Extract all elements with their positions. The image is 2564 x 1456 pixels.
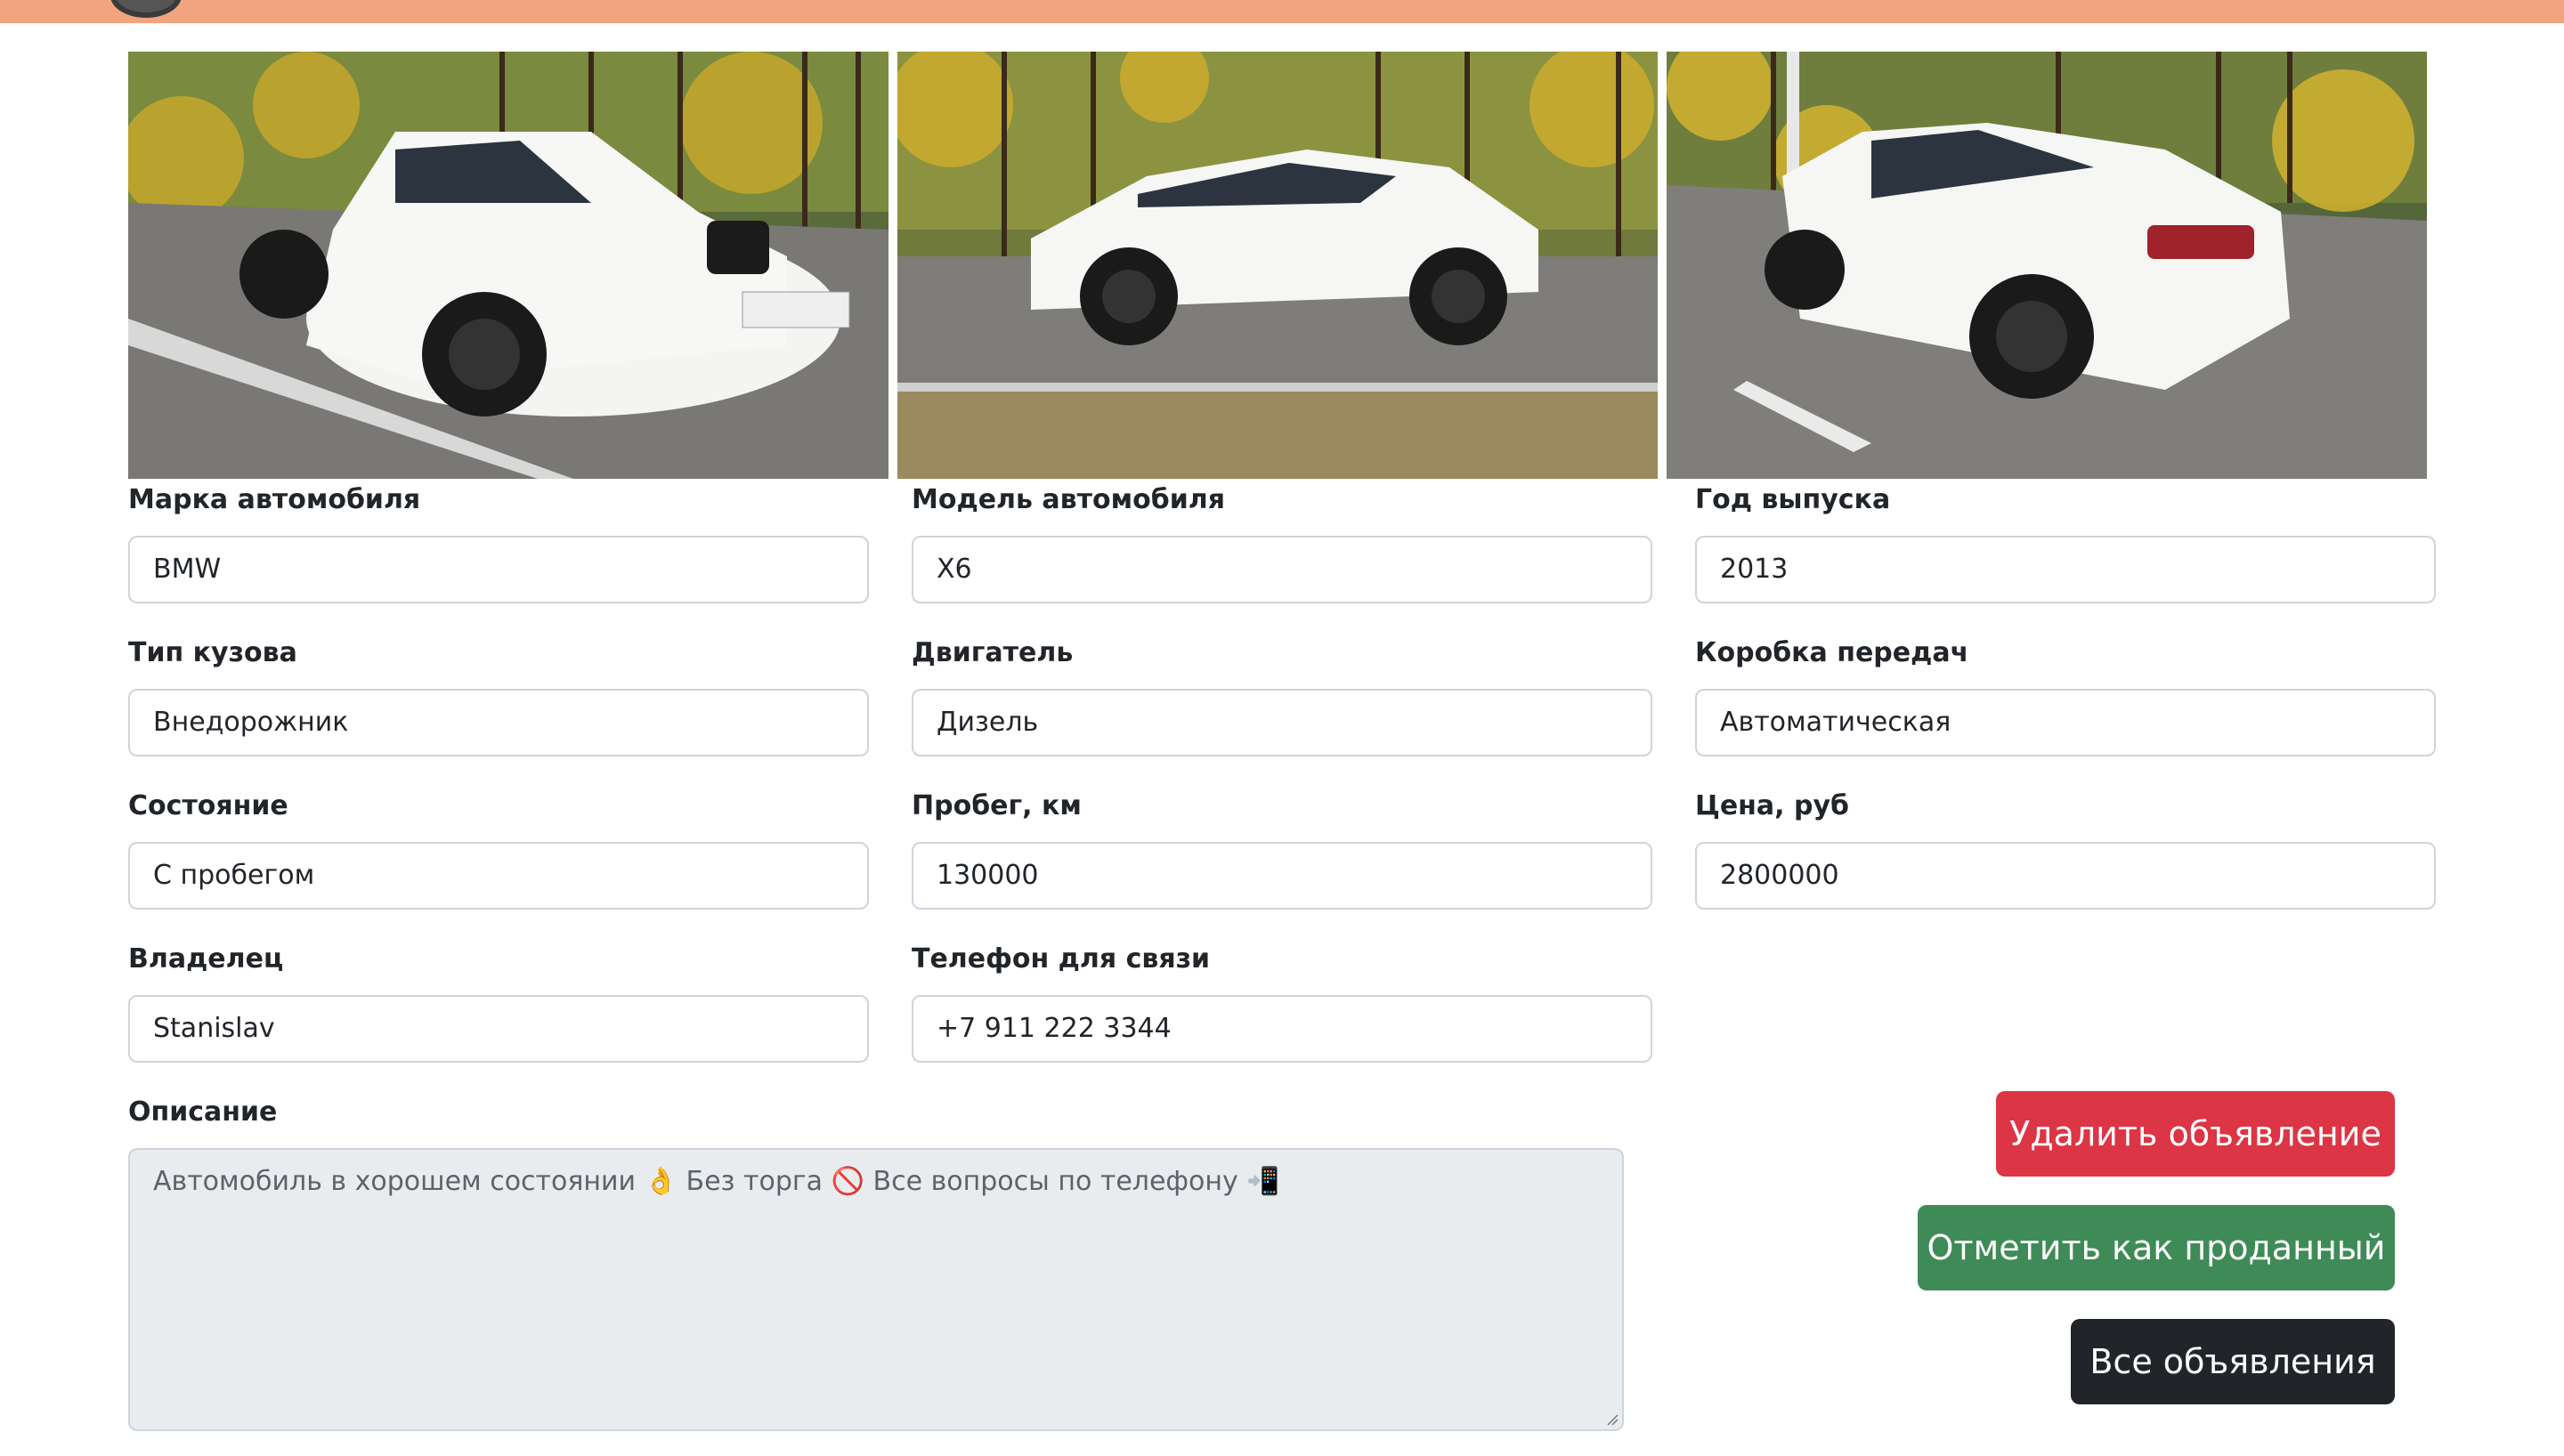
engine-label: Двигатель — [912, 637, 1074, 668]
car-photo-rear[interactable] — [1667, 52, 2427, 479]
logo-icon[interactable] — [110, 0, 182, 18]
model-field[interactable]: X6 — [912, 536, 1652, 603]
brand-field[interactable]: BMW — [128, 536, 869, 603]
model-label: Модель автомобиля — [912, 484, 1225, 515]
description-textarea[interactable]: Автомобиль в хорошем состоянии 👌 Без тор… — [128, 1148, 1624, 1431]
gearbox-field[interactable]: Автоматическая — [1695, 689, 2436, 756]
price-label: Цена, руб — [1695, 790, 1849, 821]
engine-field[interactable]: Дизель — [912, 689, 1652, 756]
description-text-3: Все вопросы по телефону — [872, 1166, 1238, 1197]
body-type-label: Тип кузова — [128, 637, 297, 668]
phone-field[interactable]: +7 911 222 3344 — [912, 995, 1652, 1063]
phone-arrow-icon: 📲 — [1246, 1166, 1280, 1197]
price-field[interactable]: 2800000 — [1695, 842, 2436, 910]
description-label: Описание — [128, 1096, 278, 1128]
owner-label: Владелец — [128, 943, 284, 975]
all-listings-button[interactable]: Все объявления — [2071, 1319, 2395, 1404]
prohibited-icon: 🚫 — [831, 1166, 864, 1197]
delete-listing-button[interactable]: Удалить объявление — [1996, 1091, 2395, 1177]
body-type-field[interactable]: Внедорожник — [128, 689, 869, 756]
description-text-1: Автомобиль в хорошем состоянии — [153, 1166, 637, 1197]
top-navbar — [0, 0, 2564, 23]
car-photo-front[interactable] — [128, 52, 888, 479]
year-field[interactable]: 2013 — [1695, 536, 2436, 603]
description-text-2: Без торга — [686, 1166, 824, 1197]
condition-field[interactable]: С пробегом — [128, 842, 869, 910]
mark-sold-button[interactable]: Отметить как проданный — [1918, 1205, 2395, 1290]
brand-label: Марка автомобиля — [128, 484, 421, 515]
year-label: Год выпуска — [1695, 484, 1891, 515]
mileage-label: Пробег, км — [912, 790, 1082, 821]
car-photo-side[interactable] — [897, 52, 1658, 479]
gearbox-label: Коробка передач — [1695, 637, 1969, 668]
mileage-field[interactable]: 130000 — [912, 842, 1652, 910]
phone-label: Телефон для связи — [912, 943, 1211, 975]
condition-label: Состояние — [128, 790, 288, 821]
ok-hand-icon: 👌 — [644, 1166, 678, 1197]
owner-field[interactable]: Stanislav — [128, 995, 869, 1063]
resize-handle-icon[interactable] — [1606, 1413, 1619, 1426]
